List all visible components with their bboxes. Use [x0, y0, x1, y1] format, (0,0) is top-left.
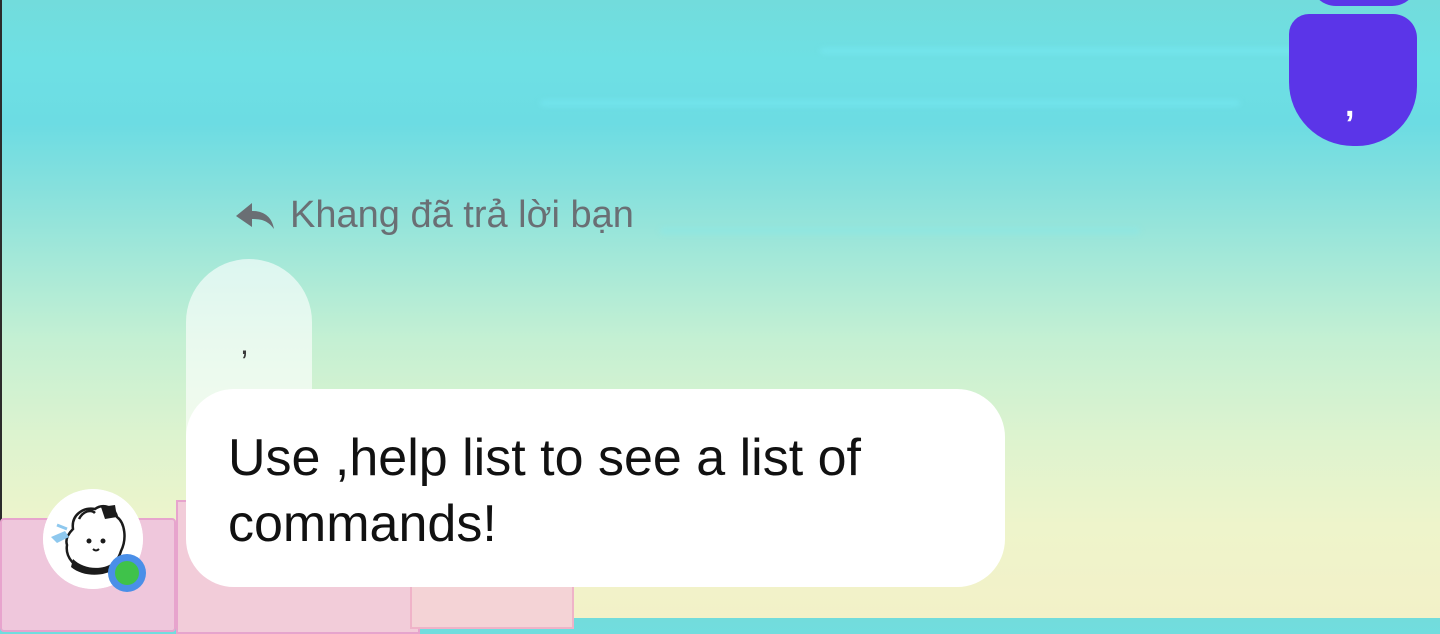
outgoing-message-bubble-previous[interactable]	[1310, 0, 1418, 6]
quoted-message-text: ,	[240, 325, 249, 361]
outgoing-message-bubble[interactable]: ,	[1289, 14, 1417, 146]
background-streak	[820, 48, 1320, 54]
background-streak	[540, 100, 1240, 106]
background-block	[410, 585, 574, 629]
incoming-message-bubble[interactable]: Use ,help list to see a list of commands…	[186, 389, 1005, 587]
online-dot-icon	[115, 561, 139, 585]
background-streak	[660, 228, 1140, 234]
outgoing-message-text: ,	[1345, 86, 1355, 124]
reply-context-label: Khang đã trả lời bạn	[290, 193, 634, 236]
online-status-indicator	[108, 554, 146, 592]
reply-context-header: Khang đã trả lời bạn	[234, 190, 634, 240]
incoming-message-text: Use ,help list to see a list of commands…	[228, 429, 861, 553]
reply-arrow-icon	[236, 203, 274, 229]
